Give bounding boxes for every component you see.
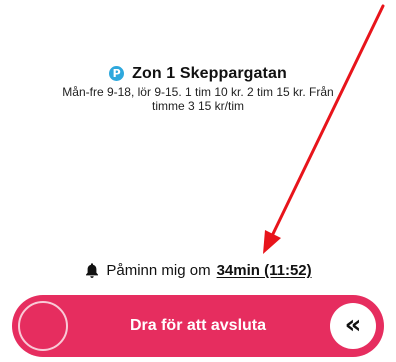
reminder-link[interactable]: Påminn mig om 34min (11:52) xyxy=(0,262,396,279)
zone-title: Zon 1 Skeppargatan xyxy=(132,64,287,82)
bell-icon xyxy=(86,263,99,278)
reminder-time[interactable]: 34min (11:52) xyxy=(217,262,312,279)
zone-description: Mån-fre 9-18, lör 9-15. 1 tim 10 kr. 2 t… xyxy=(62,84,334,113)
double-chevron-left-icon[interactable]: « xyxy=(330,303,376,349)
zone-header: P Zon 1 Skeppargatan Mån-fre 9-18, lör 9… xyxy=(0,64,396,113)
reminder-label: Påminn mig om xyxy=(106,262,211,279)
parking-session-screen: P Zon 1 Skeppargatan Mån-fre 9-18, lör 9… xyxy=(0,0,396,362)
parking-icon: P xyxy=(109,66,125,81)
slide-label: Dra för att avsluta xyxy=(129,317,267,334)
zone-title-row: P Zon 1 Skeppargatan xyxy=(109,65,287,83)
slide-to-end-button[interactable]: Dra för att avsluta « xyxy=(12,295,384,357)
